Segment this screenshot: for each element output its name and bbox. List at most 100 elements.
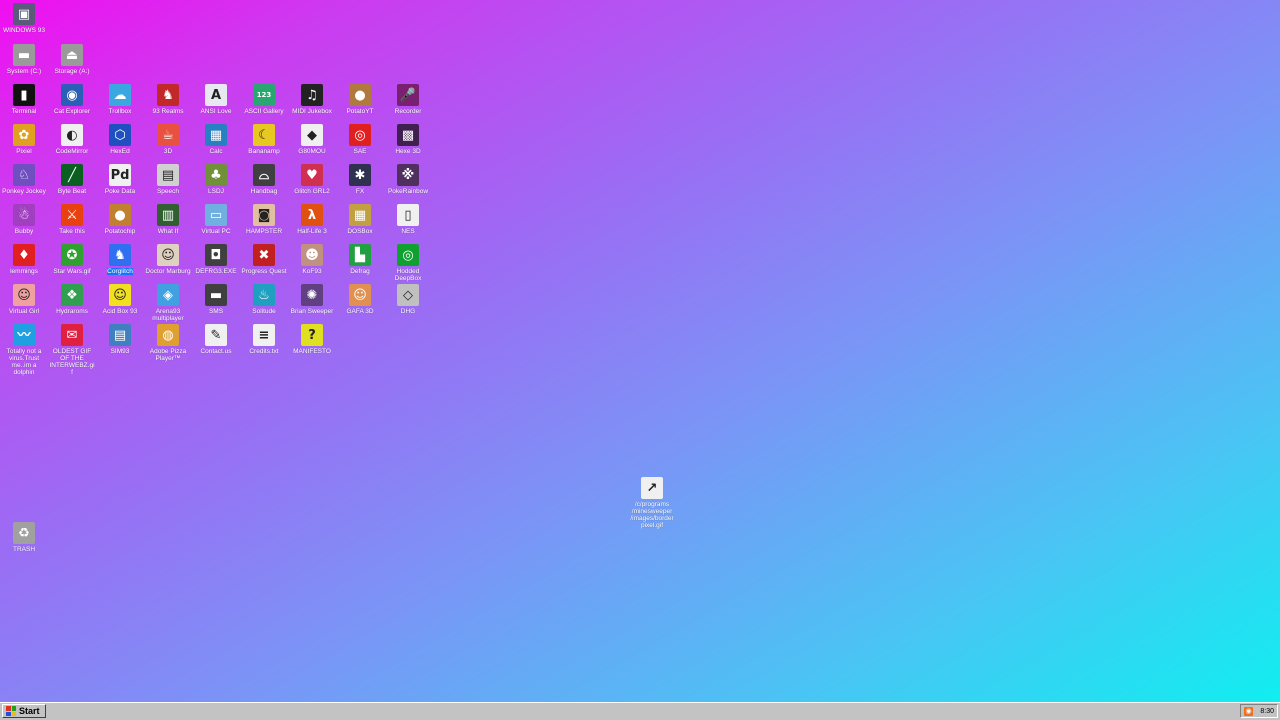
icon-kof93[interactable]: ☻ KoF93: [289, 244, 335, 275]
icon-calc[interactable]: ▦ Calc: [193, 124, 239, 155]
icon-midi-jukebox[interactable]: ♫ MIDI Jukebox: [289, 84, 335, 115]
icon-oldest-gif[interactable]: ✉ OLDEST GIF OF THE INTERWEBZ.gif: [49, 324, 95, 376]
icon-label: Cat Explorer: [53, 108, 91, 115]
icon-doctor-marburg[interactable]: ☺ Doctor Marburg: [145, 244, 191, 275]
icon-label: Byte Beat: [57, 188, 87, 195]
icon-poke-data[interactable]: Pd Poke Data: [97, 164, 143, 195]
icon-corglitch[interactable]: ♞ Corglitch: [97, 244, 143, 275]
icon-shortcut-gif[interactable]: ↗/c/programs /minesweeper /images/border…: [629, 477, 675, 529]
icon-potatoyt[interactable]: ● PotatoYT: [337, 84, 383, 115]
icon-solitude[interactable]: ♨ Solitude: [241, 284, 287, 315]
icon-star-wars[interactable]: ✪ Star Wars.gif: [49, 244, 95, 275]
icon-bubby[interactable]: ☃ Bubby: [1, 204, 47, 235]
icon-hexe-3d[interactable]: ▩ Hexe 3D: [385, 124, 431, 155]
icon-system-c[interactable]: ▬ System (C:): [1, 44, 47, 75]
icon-potato-chip[interactable]: ● Potatochip: [97, 204, 143, 235]
icon-lsdj[interactable]: ♣ LSDJ: [193, 164, 239, 195]
icon-codemirror[interactable]: ◐ CodeMirror: [49, 124, 95, 155]
icon-ascii-gallery[interactable]: 123 ASCII Gallery: [241, 84, 287, 115]
icon-credits[interactable]: ≡ Credits.txt: [241, 324, 287, 355]
icon-sms[interactable]: ▬ SMS: [193, 284, 239, 315]
recorder-icon: 🎤: [397, 84, 419, 106]
icon-terminal[interactable]: ▮ Terminal: [1, 84, 47, 115]
icon-bananamp[interactable]: ☾ Bananamp: [241, 124, 287, 155]
icon-g80mou[interactable]: ◆ G80MOU: [289, 124, 335, 155]
icon-acid-box-93[interactable]: ☺ Acid Box 93: [97, 284, 143, 315]
icon-fx[interactable]: ✱ FX: [337, 164, 383, 195]
icon-ansi-love[interactable]: A ANSI Love: [193, 84, 239, 115]
icon-ponkey-jockey[interactable]: ♘ Ponkey Jockey: [1, 164, 47, 195]
icon-gafa-3d[interactable]: ☺ GAFA 3D: [337, 284, 383, 315]
bubby-icon: ☃: [13, 204, 35, 226]
icon-trollbox[interactable]: ☁ Trollbox: [97, 84, 143, 115]
icon-label: Acid Box 93: [102, 308, 138, 315]
icon-defrg[interactable]: ◘ DEFRG3.EXE: [193, 244, 239, 275]
icon-lemmings[interactable]: ♦ lemmings: [1, 244, 47, 275]
icon-dosbox[interactable]: ▦ DOSBox: [337, 204, 383, 235]
totally-not-a-virus-icon: 〰: [13, 324, 35, 346]
icon-93-realms[interactable]: ♞ 93 Realms: [145, 84, 191, 115]
rss-icon[interactable]: ◉: [1244, 706, 1253, 716]
icon-progress-quest[interactable]: ✖ Progress Quest: [241, 244, 287, 275]
icon-glitch-grl-2[interactable]: ♥ Glitch GRL2: [289, 164, 335, 195]
icon-label: Half-Life 3: [297, 228, 327, 235]
acid-box-93-icon: ☺: [109, 284, 131, 306]
icon-byte-beat[interactable]: ╱ Byte Beat: [49, 164, 95, 195]
icon-cat-explorer[interactable]: ◉ Cat Explorer: [49, 84, 95, 115]
icon-3d[interactable]: ☕ 3D: [145, 124, 191, 155]
icon-label: Solitude: [252, 308, 276, 315]
icon-brian-sweeper[interactable]: ✺ Brian Sweeper: [289, 284, 335, 315]
icon-storage-a[interactable]: ⏏ Storage (A:): [49, 44, 95, 75]
icon-pokerainbow[interactable]: ※ PokeRainbow: [385, 164, 431, 195]
byte-beat-icon: ╱: [61, 164, 83, 186]
icon-label: DEFRG3.EXE: [195, 268, 237, 275]
icon-hexed[interactable]: ⬡ HexEd: [97, 124, 143, 155]
start-label: Start: [19, 706, 40, 716]
icon-label: TRASH: [12, 546, 36, 553]
icon-half-life-3[interactable]: λ Half-Life 3: [289, 204, 335, 235]
icon-nes[interactable]: ▯ NES: [385, 204, 431, 235]
icon-label: Arena93 multiplayer: [152, 308, 184, 322]
icon-totally-not-a-virus[interactable]: 〰 Totally not a virus.Trust me..im a dolp…: [1, 324, 47, 376]
icon-what-if[interactable]: ▥ What If: [145, 204, 191, 235]
icon-recorder[interactable]: 🎤 Recorder: [385, 84, 431, 115]
cat-explorer-icon: ◉: [61, 84, 83, 106]
icon-label: ASCII Gallery: [244, 108, 284, 115]
icon-label: Calc: [209, 148, 223, 155]
start-button[interactable]: Start: [2, 704, 46, 718]
icon-take-this[interactable]: ⚔ Take this: [49, 204, 95, 235]
icon-hampster[interactable]: ◙ HAMPSTER: [241, 204, 287, 235]
icon-virtual-girl[interactable]: ☺ Virtual Girl: [1, 284, 47, 315]
icon-label: Brian Sweeper: [290, 308, 334, 315]
icon-dhg[interactable]: ◇ DHG: [385, 284, 431, 315]
icon-hydraroms[interactable]: ❖ Hydraroms: [49, 284, 95, 315]
icon-label: Doctor Marburg: [145, 268, 191, 275]
icon-hodded-deepbox[interactable]: ◎ Hodded DeepBox: [385, 244, 431, 282]
icon-label: Storage (A:): [54, 68, 90, 75]
icon-label: LSDJ: [208, 188, 224, 195]
icon-label: FX: [355, 188, 365, 195]
icon-trash[interactable]: ♻ TRASH: [1, 522, 47, 553]
codemirror-icon: ◐: [61, 124, 83, 146]
icon-manifesto[interactable]: ? MANIFESTO: [289, 324, 335, 355]
icon-arena93[interactable]: ◈ Arena93 multiplayer: [145, 284, 191, 322]
trollbox-icon: ☁: [109, 84, 131, 106]
icon-glitch-girl[interactable]: ⌓ Handbag: [241, 164, 287, 195]
poke-data-icon: Pd: [109, 164, 131, 186]
icon-label: Recorder: [394, 108, 422, 115]
icon-label: MANIFESTO: [293, 348, 331, 355]
sim93-icon: ▤: [109, 324, 131, 346]
icon-contact-us[interactable]: ✎ Contact.us: [193, 324, 239, 355]
icon-virtual-pc[interactable]: ▭ Virtual PC: [193, 204, 239, 235]
icon-defrag[interactable]: ▙ Defrag: [337, 244, 383, 275]
icon-speech[interactable]: ▤ Speech: [145, 164, 191, 195]
icon-adobe-pizza[interactable]: ◍ Adobe Pizza Player™: [145, 324, 191, 362]
icon-sim93[interactable]: ▤ SIM93: [97, 324, 143, 355]
icon-label: Progress Quest: [241, 268, 287, 275]
icon-label: /c/programs /minesweeper /images/borderp…: [630, 501, 674, 529]
icon-sae[interactable]: ◎ SAE: [337, 124, 383, 155]
dosbox-icon: ▦: [349, 204, 371, 226]
icon-windows93[interactable]: ▣ WINDOWS 93: [1, 3, 47, 34]
icon-pixiel[interactable]: ✿ Pixiel: [1, 124, 47, 155]
glitch-girl-icon: ⌓: [253, 164, 275, 186]
